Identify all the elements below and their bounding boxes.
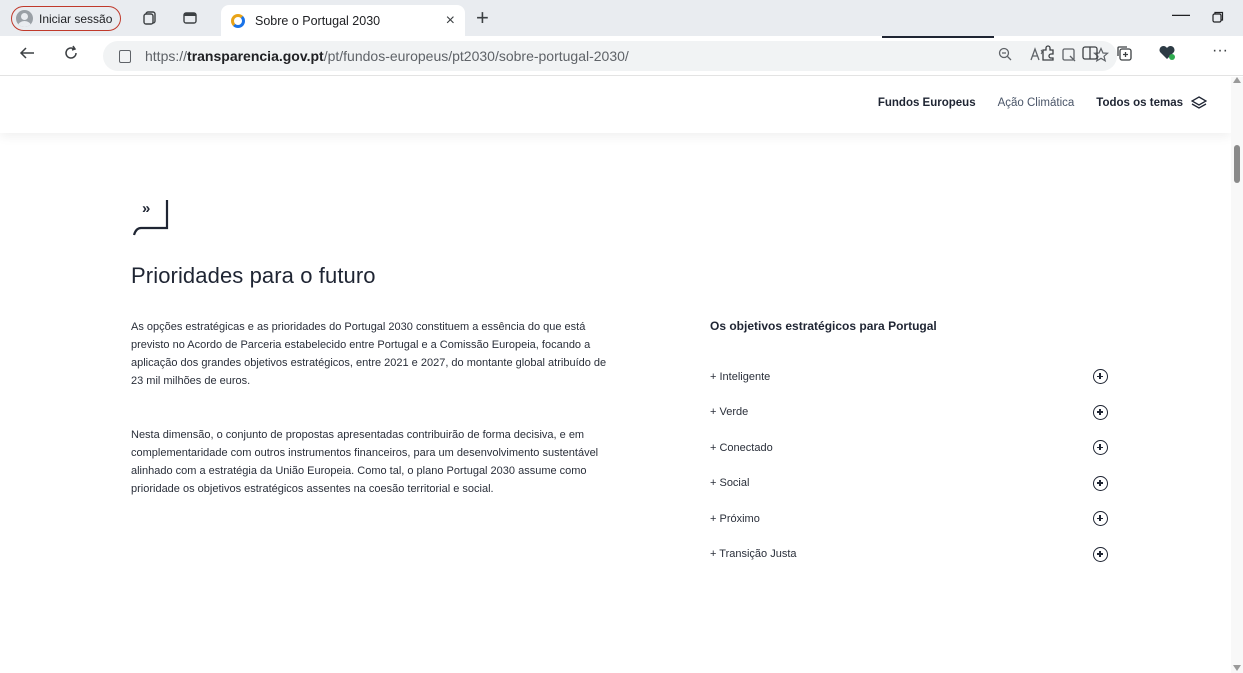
tab-title: Sobre o Portugal 2030 xyxy=(255,13,381,28)
site-nav: Fundos Europeus Ação Climática Todos os … xyxy=(856,95,1208,111)
objectives-accordion: + Inteligente + Verde + Conectado + Soci… xyxy=(710,359,1110,572)
workspaces-icon[interactable] xyxy=(141,9,159,27)
objectives-title: Os objetivos estratégicos para Portugal xyxy=(710,319,937,333)
browser-tab-bar: Iniciar sessão Sobre o Portugal 2030 × +… xyxy=(0,0,1243,36)
url-path: /pt/fundos-europeus/pt2030/sobre-portuga… xyxy=(323,48,629,64)
address-bar[interactable]: https://transparencia.gov.pt/pt/fundos-e… xyxy=(103,41,1117,71)
objective-label: + Conectado xyxy=(710,441,773,454)
back-arrow-icon[interactable] xyxy=(18,44,36,67)
page-title: Prioridades para o futuro xyxy=(131,263,376,288)
vertical-tabs-icon[interactable] xyxy=(181,9,199,27)
objective-label: + Transição Justa xyxy=(710,548,797,561)
browser-toolbar: https://transparencia.gov.pt/pt/fundos-e… xyxy=(0,36,1243,76)
quote-mark-icon: » xyxy=(142,200,151,217)
expand-plus-icon[interactable] xyxy=(1093,511,1108,527)
expand-plus-icon[interactable] xyxy=(1093,369,1108,385)
new-tab-button[interactable]: + xyxy=(476,5,489,31)
nav-link-acao-climatica[interactable]: Ação Climática xyxy=(998,97,1075,109)
objective-label: + Social xyxy=(710,477,750,490)
layers-icon xyxy=(1190,95,1208,111)
url-prefix: https:// xyxy=(145,48,188,64)
objective-label: + Verde xyxy=(710,406,749,419)
nav-link-todos-os-temas[interactable]: Todos os temas xyxy=(1096,95,1208,111)
objective-item-social[interactable]: + Social xyxy=(710,466,1110,502)
active-tab[interactable]: Sobre o Portugal 2030 × xyxy=(221,5,465,36)
intro-paragraph-2: Nesta dimensão, o conjunto de propostas … xyxy=(131,429,599,495)
close-tab-icon[interactable]: × xyxy=(446,12,455,30)
expand-plus-icon[interactable] xyxy=(1093,475,1108,491)
extensions-icon[interactable] xyxy=(1039,44,1057,66)
profile-avatar-icon xyxy=(16,10,33,27)
more-options-icon[interactable]: ··· xyxy=(1212,42,1228,60)
profile-label: Iniciar sessão xyxy=(39,11,113,26)
expand-plus-icon[interactable] xyxy=(1093,404,1108,420)
objective-item-transicao-justa[interactable]: + Transição Justa xyxy=(710,537,1110,573)
lock-icon[interactable] xyxy=(119,49,131,63)
scroll-thumb[interactable] xyxy=(1234,145,1240,183)
nav-link-label: Todos os temas xyxy=(1096,97,1183,109)
restore-window-icon[interactable] xyxy=(1212,10,1224,23)
intro-paragraph-1: As opções estratégicas e as prioridades … xyxy=(131,321,607,387)
browser-extension-heart-icon[interactable] xyxy=(1157,44,1177,66)
objective-item-conectado[interactable]: + Conectado xyxy=(710,430,1110,466)
collections-icon[interactable] xyxy=(1115,44,1133,66)
objective-label: + Inteligente xyxy=(710,370,771,383)
url-host: transparencia.gov.pt xyxy=(187,48,324,64)
objective-item-proximo[interactable]: + Próximo xyxy=(710,501,1110,537)
profile-button[interactable]: Iniciar sessão xyxy=(11,6,122,31)
zoom-out-icon[interactable] xyxy=(989,47,1021,65)
expand-plus-icon[interactable] xyxy=(1093,546,1108,562)
objective-item-verde[interactable]: + Verde xyxy=(710,395,1110,431)
split-screen-icon[interactable] xyxy=(1081,44,1099,66)
scroll-down-arrow-icon[interactable] xyxy=(1233,665,1241,671)
active-icon-underline xyxy=(882,36,994,38)
nav-link-fundos-europeus[interactable]: Fundos Europeus xyxy=(878,97,976,109)
minimize-button[interactable]: — xyxy=(1172,4,1190,25)
page-viewport: Fundos Europeus Ação Climática Todos os … xyxy=(0,77,1231,673)
site-favicon-icon xyxy=(231,13,245,28)
quote-decoration: » xyxy=(132,200,169,238)
scroll-up-arrow-icon[interactable] xyxy=(1233,77,1241,83)
page-scrollbar[interactable] xyxy=(1231,77,1243,673)
site-header: Fundos Europeus Ação Climática Todos os … xyxy=(0,77,1231,133)
objective-label: + Próximo xyxy=(710,512,760,525)
objective-item-inteligente[interactable]: + Inteligente xyxy=(710,359,1110,395)
refresh-icon[interactable] xyxy=(62,44,80,67)
expand-plus-icon[interactable] xyxy=(1093,440,1108,456)
